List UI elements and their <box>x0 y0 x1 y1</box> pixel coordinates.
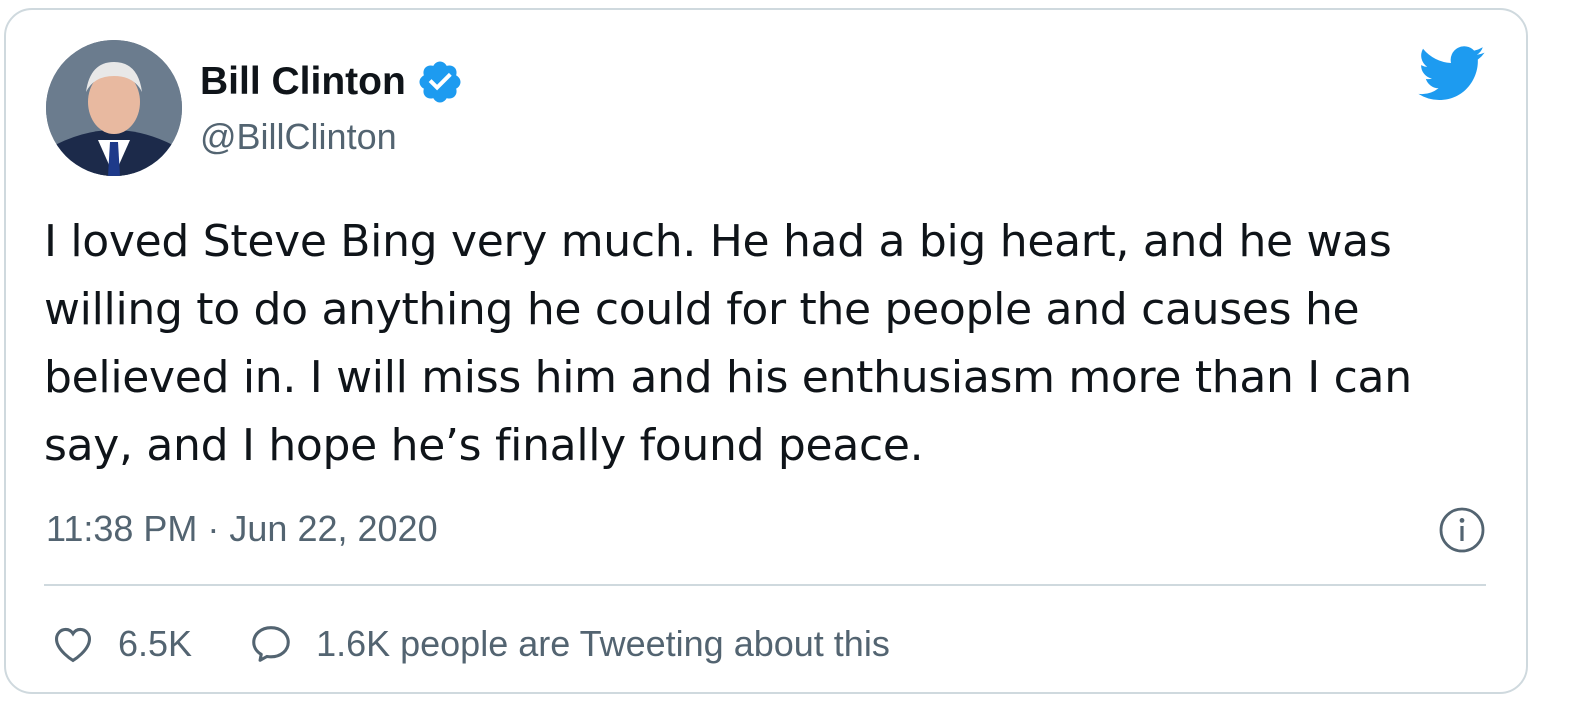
display-name[interactable]: Bill Clinton <box>200 59 406 105</box>
heart-icon <box>54 627 92 663</box>
tweet-timestamp[interactable]: 11:38 PM · Jun 22, 2020 <box>46 508 438 550</box>
like-button[interactable]: 6.5K <box>50 621 192 667</box>
verified-badge-icon <box>419 61 461 103</box>
speech-bubble-icon <box>252 626 290 662</box>
like-count: 6.5K <box>118 623 193 664</box>
twitter-bird-icon[interactable] <box>1418 46 1486 102</box>
tweet-text: I loved Steve Bing very much. He had a b… <box>44 216 1412 471</box>
actions-row: 6.5K 1.6K people are Tweeting about this <box>50 616 890 672</box>
conversation-button[interactable]: 1.6K people are Tweeting about this <box>248 621 890 667</box>
conversation-text: 1.6K people are Tweeting about this <box>316 623 890 664</box>
tweet-card[interactable]: Bill Clinton @BillClinton I loved Steve … <box>4 8 1528 694</box>
divider <box>44 584 1486 586</box>
info-icon[interactable] <box>1438 506 1486 554</box>
avatar[interactable] <box>46 40 182 176</box>
author-handle[interactable]: @BillClinton <box>200 116 397 158</box>
author-name-row: Bill Clinton <box>200 58 464 106</box>
avatar-portrait <box>46 40 182 176</box>
